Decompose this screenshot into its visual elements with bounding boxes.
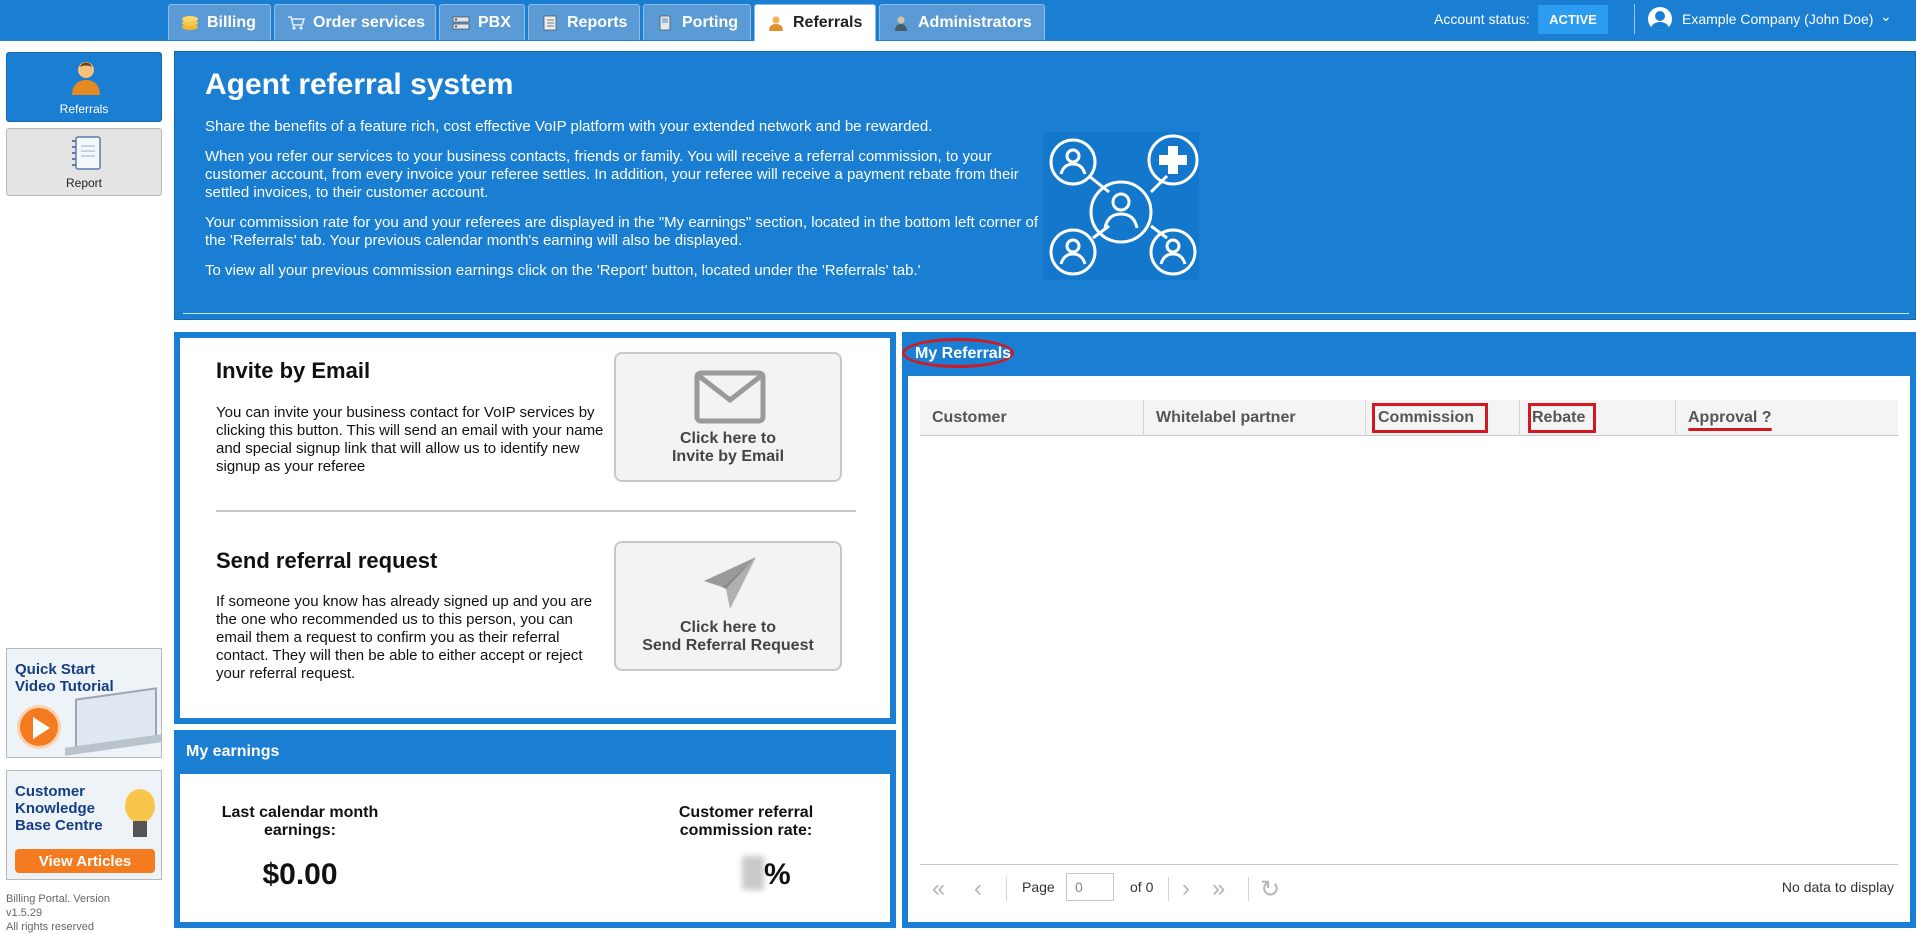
lightbulb-base — [133, 821, 147, 837]
cart-icon — [287, 15, 306, 31]
topbar-divider — [1634, 4, 1635, 34]
pager-separator — [1006, 877, 1007, 901]
tab-label: Porting — [682, 13, 738, 31]
prev-page-icon[interactable]: ‹ — [974, 875, 982, 903]
person-icon — [71, 59, 101, 95]
send-request-title: Send referral request — [216, 548, 438, 573]
referrals-grid: Customer Whitelabel partner Commission R… — [908, 376, 1910, 922]
annotation-box — [1528, 403, 1596, 433]
page-number-input[interactable] — [1066, 873, 1114, 901]
tab-label: Referrals — [793, 14, 863, 31]
tab-label: Billing — [207, 13, 256, 31]
commission-rate-label: Customer referral commission rate: — [678, 804, 814, 839]
promo-title: Quick Start Video Tutorial — [15, 661, 114, 695]
tab-label: Administrators — [918, 13, 1032, 31]
sidebar-item-report[interactable]: Report — [6, 128, 162, 196]
hero-paragraph: To view all your previous commission ear… — [205, 262, 921, 279]
commission-rate-suffix: % — [764, 858, 791, 891]
last-page-icon[interactable]: » — [1212, 875, 1225, 903]
user-avatar-icon[interactable] — [1648, 7, 1672, 31]
first-page-icon[interactable]: « — [932, 875, 945, 903]
sidebar-item-label: Referrals — [59, 102, 109, 116]
tab-porting[interactable]: Porting — [643, 4, 751, 40]
lightbulb-icon — [125, 789, 155, 823]
my-referrals-panel: My Referrals Customer Whitelabel partner… — [902, 332, 1916, 928]
quick-start-video-promo[interactable]: Quick Start Video Tutorial — [6, 648, 162, 758]
report-book-icon — [541, 15, 559, 31]
phone-icon — [656, 15, 674, 31]
tab-order-services[interactable]: Order services — [274, 4, 436, 40]
page-total: of 0 — [1130, 879, 1154, 895]
invite-panel: Invite by Email You can invite your busi… — [174, 332, 896, 724]
button-label: Click here to — [679, 430, 777, 447]
tab-label: Order services — [313, 13, 426, 31]
annotation-box — [1372, 403, 1488, 433]
column-customer[interactable]: Customer — [920, 400, 1144, 436]
top-navigation-bar: Billing Order services PBX Reports Porti… — [0, 0, 1916, 41]
hero-paragraph: When you refer our services to your busi… — [205, 148, 1019, 201]
page-title: Agent referral system — [205, 68, 514, 101]
earnings-title: My earnings — [186, 743, 280, 760]
pager-separator — [1248, 877, 1249, 901]
server-icon — [452, 15, 470, 31]
sidebar-item-label: Report — [65, 176, 103, 190]
annotation-underline — [1688, 428, 1772, 431]
tab-label: PBX — [478, 13, 511, 31]
send-request-button[interactable]: Click here to Send Referral Request — [614, 541, 842, 671]
my-earnings-panel: My earnings Last calendar month earnings… — [174, 730, 896, 928]
invite-panel-body: Invite by Email You can invite your busi… — [180, 338, 890, 718]
last-month-label: Last calendar month earnings: — [221, 804, 379, 839]
button-label: Send Referral Request — [642, 637, 814, 654]
invite-email-text: You can invite your business contact for… — [216, 404, 604, 475]
grid-column-header: Customer Whitelabel partner Commission R… — [920, 400, 1898, 436]
send-request-text: If someone you know has already signed u… — [216, 593, 593, 682]
hero-description: Share the benefits of a feature rich, co… — [205, 118, 1055, 292]
column-whitelabel-partner[interactable]: Whitelabel partner — [1144, 400, 1366, 436]
section-divider — [216, 510, 856, 512]
earnings-body: Last calendar month earnings: $0.00 Cust… — [180, 774, 890, 922]
account-status-badge: ACTIVE — [1538, 5, 1608, 34]
referral-network-icon — [1043, 132, 1199, 280]
tab-referrals[interactable]: Referrals — [754, 4, 876, 41]
paper-plane-icon — [700, 553, 760, 618]
grid-pager: « ‹ Page of 0 › » ↻ No data to display — [920, 864, 1898, 910]
tab-pbx[interactable]: PBX — [439, 4, 525, 40]
user-name[interactable]: Example Company (John Doe) — [1682, 11, 1873, 27]
page-label: Page — [1022, 879, 1055, 895]
invite-email-button[interactable]: Click here to Invite by Email — [614, 352, 842, 482]
knowledge-base-promo[interactable]: Customer Knowledge Base Centre View Arti… — [6, 770, 162, 880]
tab-administrators[interactable]: Administrators — [879, 4, 1045, 40]
hero-paragraph: Share the benefits of a feature rich, co… — [205, 118, 933, 135]
notebook-icon — [71, 135, 101, 171]
referrals-title: My Referrals — [915, 345, 1012, 362]
button-label: Invite by Email — [671, 448, 785, 465]
account-status-label: Account status: — [1434, 11, 1530, 27]
tab-label: Reports — [567, 13, 628, 31]
promo-title: Customer Knowledge Base Centre — [15, 783, 103, 834]
view-articles-button[interactable]: View Articles — [15, 849, 155, 873]
tab-reports[interactable]: Reports — [528, 4, 640, 40]
person-icon — [767, 15, 785, 31]
sidebar-item-referrals[interactable]: Referrals — [6, 52, 162, 122]
admin-icon — [892, 15, 910, 31]
play-triangle — [33, 717, 50, 739]
invite-email-title: Invite by Email — [216, 358, 371, 383]
button-label: Click here to — [679, 619, 777, 636]
pager-separator — [1168, 877, 1169, 901]
hero-paragraph: Your commission rate for you and your re… — [205, 214, 1039, 249]
tab-billing[interactable]: Billing — [168, 4, 271, 40]
coins-icon — [181, 15, 199, 31]
empty-grid-message: No data to display — [1781, 879, 1894, 895]
refresh-icon[interactable]: ↻ — [1260, 875, 1280, 904]
commission-rate-value-redacted — [742, 856, 764, 890]
version-footer: Billing Portal. Version v1.5.29 All righ… — [6, 893, 110, 933]
next-page-icon[interactable]: › — [1182, 875, 1190, 903]
last-month-value: $0.00 — [262, 858, 338, 891]
hero-divider — [183, 313, 1909, 314]
chevron-down-icon[interactable]: ⌄ — [1880, 8, 1892, 25]
envelope-icon — [694, 370, 766, 429]
agent-referral-hero: Agent referral system Share the benefits… — [174, 51, 1916, 320]
